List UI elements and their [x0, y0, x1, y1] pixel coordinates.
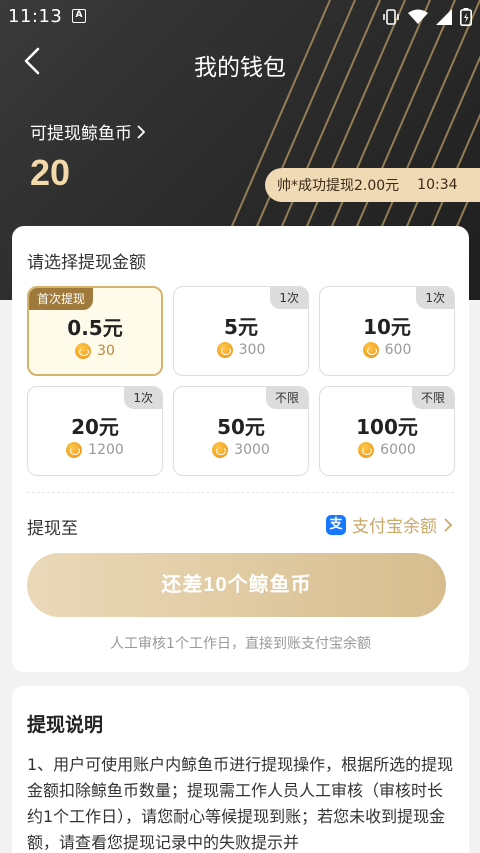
coin-icon	[212, 442, 229, 458]
notification-app-icon: A	[72, 9, 86, 23]
option-coin-count: 300	[238, 342, 266, 358]
ticker-text: 帅*成功提现2.00元	[277, 178, 400, 194]
withdraw-to-label: 提现至	[27, 519, 78, 539]
signal-icon	[436, 9, 452, 25]
option-amount: 0.5元	[67, 316, 123, 340]
coin-icon	[66, 442, 83, 458]
option-amount: 5元	[224, 315, 258, 339]
coin-icon	[358, 442, 375, 458]
limit-badge: 不限	[411, 387, 454, 409]
ticker-time: 10:34	[417, 177, 458, 193]
option-coins: 300	[174, 342, 308, 358]
option-coins: 6000	[320, 442, 454, 458]
option-coin-count: 600	[384, 342, 412, 358]
status-bar: 11:13 A	[0, 0, 480, 34]
option-coin-count: 1200	[88, 442, 124, 458]
wifi-icon	[408, 9, 428, 24]
amount-option-0[interactable]: 首次提现 0.5元 30	[27, 286, 163, 376]
instructions-title: 提现说明	[27, 714, 104, 736]
withdraw-card: 请选择提现金额 首次提现 0.5元 30 1次 5元 300 1次 10元 60…	[12, 226, 469, 672]
withdrawable-label: 可提现鲸鱼币	[30, 124, 132, 144]
status-time: 11:13	[8, 6, 63, 27]
alipay-selector[interactable]: 支 支付宝余额	[326, 512, 453, 537]
chevron-right-icon	[137, 124, 146, 139]
option-coins: 1200	[28, 442, 162, 458]
withdraw-instructions-card: 提现说明 1、用户可使用账户内鲸鱼币进行提现操作，根据所选的提现金额扣除鲸鱼币数…	[12, 686, 469, 853]
alipay-icon: 支	[326, 514, 346, 535]
dashed-divider	[27, 492, 454, 493]
option-amount: 50元	[217, 415, 265, 439]
amount-option-1[interactable]: 1次 5元 300	[173, 286, 309, 376]
limit-badge: 1次	[270, 287, 308, 309]
withdraw-ticker: 帅*成功提现2.00元 10:34	[265, 168, 480, 202]
option-coin-count: 30	[97, 343, 115, 359]
withdraw-method: 支付宝余额	[352, 517, 437, 537]
first-withdraw-badge: 首次提现	[29, 288, 94, 310]
coin-icon	[216, 342, 233, 358]
limit-badge: 不限	[265, 387, 308, 409]
option-coin-count: 3000	[234, 442, 270, 458]
amount-option-4[interactable]: 不限 50元 3000	[173, 386, 309, 476]
option-amount: 10元	[363, 315, 411, 339]
coin-icon	[362, 342, 379, 358]
withdraw-button[interactable]: 还差10个鲸鱼币	[27, 553, 446, 617]
chevron-right-icon	[444, 517, 453, 532]
option-coins: 600	[320, 342, 454, 358]
amount-option-5[interactable]: 不限 100元 6000	[319, 386, 455, 476]
instructions-body: 1、用户可使用账户内鲸鱼币进行提现操作，根据所选的提现金额扣除鲸鱼币数量；提现需…	[27, 755, 454, 852]
battery-icon	[460, 8, 472, 26]
page-title: 我的钱包	[194, 55, 286, 81]
amount-option-2[interactable]: 1次 10元 600	[319, 286, 455, 376]
option-amount: 20元	[71, 415, 119, 439]
vibrate-icon	[383, 9, 399, 25]
coin-balance: 20	[30, 152, 71, 193]
limit-badge: 1次	[124, 387, 162, 409]
option-coins: 3000	[174, 442, 308, 458]
review-note: 人工审核1个工作日，直接到账支付宝余额	[110, 636, 371, 652]
option-amount: 100元	[356, 415, 418, 439]
status-icons	[382, 8, 472, 26]
withdrawable-link[interactable]: 可提现鲸鱼币	[30, 119, 146, 144]
amount-option-3[interactable]: 1次 20元 1200	[27, 386, 163, 476]
option-coins: 30	[29, 343, 161, 359]
nav-bar: 我的钱包	[0, 34, 480, 90]
select-amount-title: 请选择提现金额	[27, 253, 146, 273]
option-coin-count: 6000	[380, 442, 416, 458]
limit-badge: 1次	[416, 287, 454, 309]
coin-icon	[75, 343, 92, 359]
